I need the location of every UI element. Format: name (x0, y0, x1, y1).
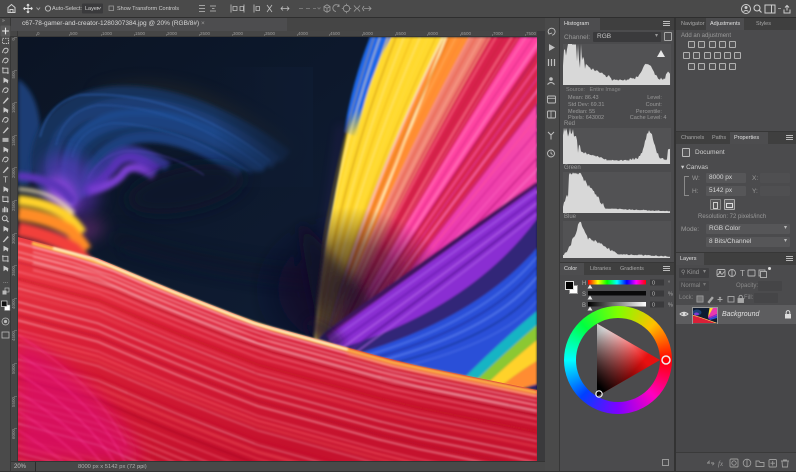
svg-text:...: ... (3, 279, 8, 285)
svg-text:°: ° (668, 281, 670, 287)
svg-text:S: S (582, 292, 586, 298)
svg-text:%: % (668, 292, 673, 298)
svg-text:0: 0 (652, 292, 655, 298)
svg-text:T: T (740, 269, 745, 278)
svg-text:0: 0 (652, 281, 655, 287)
svg-text:fx: fx (718, 460, 724, 468)
svg-text:T: T (3, 176, 8, 185)
svg-text:H: H (582, 281, 586, 287)
